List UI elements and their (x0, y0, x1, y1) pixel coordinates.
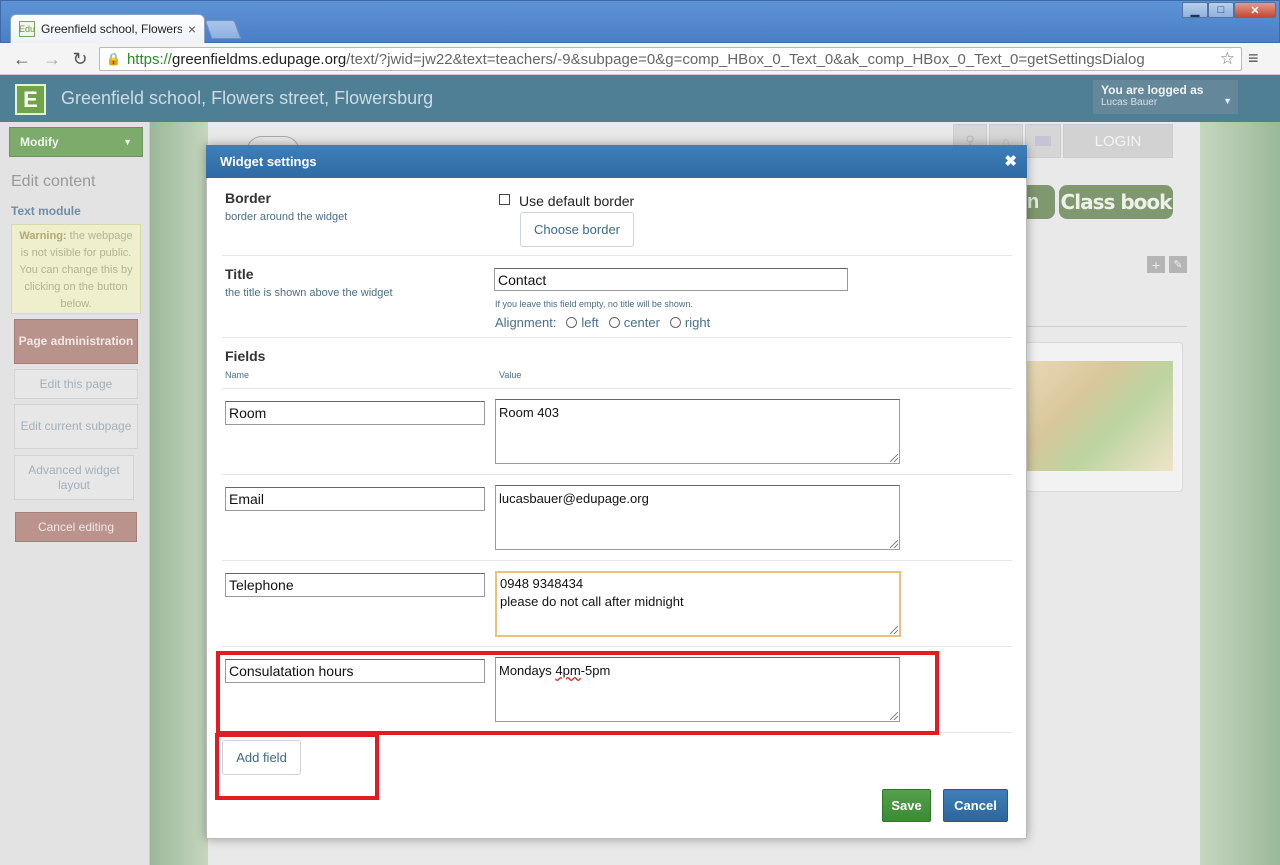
class-book-button[interactable]: Class book (1059, 185, 1173, 219)
warning-text: the webpage is not visible for public. Y… (19, 230, 133, 310)
url-host: greenfieldms.edupage.org (171, 50, 347, 68)
login-button[interactable]: LOGIN (1063, 124, 1173, 158)
save-button[interactable]: Save (882, 789, 931, 822)
modify-label: Modify (20, 135, 59, 149)
field-name-input[interactable]: Email (225, 487, 485, 511)
maximize-button[interactable]: □ (1208, 2, 1234, 18)
add-widget-icon[interactable]: + (1147, 256, 1165, 273)
warning-box: Warning: the webpage is not visible for … (11, 224, 141, 314)
border-section-title: Border (225, 190, 271, 206)
align-left-label[interactable]: left (581, 315, 598, 330)
language-flag-icon[interactable] (1025, 124, 1061, 158)
edit-content-heading: Edit content (11, 173, 96, 190)
dialog-header: Widget settings ✖ (206, 145, 1027, 178)
dialog-title: Widget settings (220, 154, 317, 169)
alignment-label: Alignment: (495, 315, 557, 330)
alignment-group: Alignment: left center right (495, 315, 710, 330)
align-right-label[interactable]: right (685, 315, 710, 330)
browser-menu-icon[interactable]: ≡ (1248, 48, 1259, 69)
page-background-right (1200, 122, 1280, 865)
back-arrow-icon[interactable]: ← (11, 48, 33, 70)
divider (222, 337, 1012, 338)
site-favicon-icon: Edu (19, 21, 35, 37)
divider (1025, 326, 1187, 327)
edit-subpage-button[interactable]: Edit current subpage (14, 404, 138, 449)
user-menu[interactable]: You are logged as Lucas Bauer ▼ (1093, 80, 1238, 114)
use-default-border-label[interactable]: Use default border (519, 193, 634, 209)
divider (222, 646, 1012, 647)
highlight-add-field (215, 733, 379, 800)
resize-handle-icon[interactable] (890, 454, 898, 462)
url-scheme: https:// (126, 50, 172, 68)
field-value-text: 0948 9348434 please do not call after mi… (500, 576, 684, 609)
choose-border-button[interactable]: Choose border (520, 212, 634, 247)
url-path: /text/?jwid=jw22&text=teachers/-9&subpag… (346, 50, 1145, 68)
user-name: Lucas Bauer (1101, 97, 1158, 108)
forward-arrow-icon[interactable]: → (41, 48, 63, 70)
modify-button[interactable]: Modify ▼ (9, 127, 143, 157)
fields-section-title: Fields (225, 348, 266, 364)
field-value-text: lucasbauer@edupage.org (499, 491, 649, 506)
minimize-button[interactable]: ▁ (1182, 2, 1208, 18)
advanced-layout-button[interactable]: Advanced widget layout (14, 455, 134, 500)
field-value-textarea-focused[interactable]: 0948 9348434 please do not call after mi… (495, 571, 901, 637)
new-tab-button[interactable] (204, 20, 242, 39)
resize-handle-icon[interactable] (890, 626, 898, 634)
field-value-text: Room 403 (499, 405, 559, 420)
logged-as-label: You are logged as (1101, 83, 1204, 97)
align-left-radio[interactable] (566, 317, 578, 328)
align-right-radio[interactable] (669, 317, 681, 328)
align-center-radio[interactable] (608, 317, 620, 328)
site-title[interactable]: Greenfield school, Flowers street, Flowe… (61, 88, 433, 109)
field-value-textarea[interactable]: lucasbauer@edupage.org (495, 485, 900, 550)
page-background-left (150, 122, 208, 865)
title-hint: If you leave this field empty, no title … (495, 299, 693, 309)
cancel-editing-button[interactable]: Cancel editing (15, 512, 137, 542)
divider (222, 388, 1012, 389)
tab-close-icon[interactable]: × (188, 21, 196, 37)
text-module-label: Text module (11, 204, 81, 218)
warning-bold: Warning: (19, 230, 67, 242)
resize-handle-icon[interactable] (890, 540, 898, 548)
value-column-header: Value (499, 370, 522, 380)
divider (222, 474, 1012, 475)
tab-title: Greenfield school, Flowers st (41, 22, 182, 36)
align-center-label[interactable]: center (624, 315, 660, 330)
name-column-header: Name (225, 370, 250, 380)
nav-button-partial[interactable]: n (1025, 185, 1055, 219)
edit-page-button[interactable]: Edit this page (14, 369, 138, 399)
title-input[interactable]: Contact (494, 268, 848, 291)
chevron-down-icon: ▼ (1223, 96, 1232, 106)
browser-tab[interactable]: Edu Greenfield school, Flowers st × (10, 14, 205, 43)
window-close-button[interactable]: ✕ (1234, 2, 1276, 18)
field-name-input[interactable]: Room (225, 401, 485, 425)
close-icon[interactable]: ✖ (1004, 152, 1017, 170)
address-bar[interactable]: 🔒 https://greenfieldms.edupage.org/text/… (99, 47, 1242, 71)
reload-icon[interactable]: ↻ (69, 48, 91, 70)
bookmark-star-icon[interactable]: ☆ (1220, 49, 1235, 69)
chevron-down-icon: ▼ (123, 137, 132, 147)
field-name-input[interactable]: Telephone (225, 573, 485, 597)
lock-icon: 🔒 (106, 52, 121, 66)
highlight-new-field (216, 651, 939, 735)
edit-pencil-icon[interactable]: ✎ (1169, 256, 1187, 273)
title-section-subtitle: the title is shown above the widget (225, 287, 393, 299)
title-section-title: Title (225, 266, 254, 282)
children-photo (1025, 361, 1173, 471)
use-default-border-checkbox[interactable] (499, 194, 510, 205)
divider (222, 560, 1012, 561)
divider (222, 255, 1012, 256)
field-value-textarea[interactable]: Room 403 (495, 399, 900, 464)
site-logo[interactable]: E (15, 84, 46, 115)
border-section-subtitle: border around the widget (225, 211, 348, 223)
page-administration-button[interactable]: Page administration (14, 319, 138, 364)
cancel-button[interactable]: Cancel (943, 789, 1008, 822)
